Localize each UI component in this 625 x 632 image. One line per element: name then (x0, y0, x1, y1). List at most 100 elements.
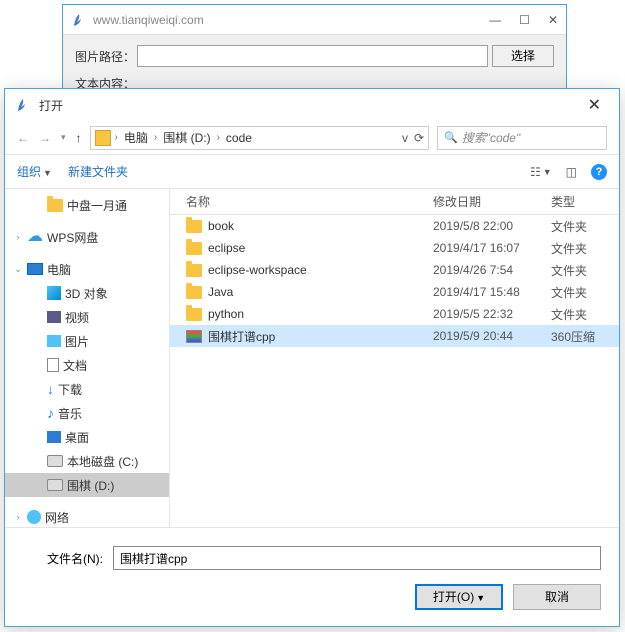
refresh-icon[interactable]: ⟳ (414, 131, 424, 145)
file-row[interactable]: 围棋打谱cpp2019/5/9 20:44360压缩 (170, 325, 619, 347)
minimize-button[interactable]: — (489, 13, 501, 27)
help-icon[interactable]: ? (591, 164, 607, 180)
cancel-button[interactable]: 取消 (513, 584, 601, 610)
file-name: 围棋打谱cpp (208, 328, 433, 345)
nav-history-icon[interactable]: ▾ (61, 132, 66, 143)
file-type: 文件夹 (551, 262, 619, 279)
file-name: book (208, 219, 433, 233)
app-icon (71, 12, 87, 28)
crumb-dropdown-icon[interactable]: v (402, 131, 408, 145)
file-row[interactable]: eclipse-workspace2019/4/26 7:54文件夹 (170, 259, 619, 281)
tree-label: 网络 (45, 509, 69, 526)
filename-label: 文件名(N): (23, 550, 113, 567)
search-placeholder: 搜索"code" (462, 129, 521, 146)
tree-sidebar: 中盘一月通 ›☁WPS网盘 ⌄ 电脑 3D 对象视频图片文档 ↓下载♪音乐桌面本地磁盘 (… (5, 189, 170, 527)
tree-item[interactable]: 文档 (5, 353, 169, 377)
tree-label: 本地磁盘 (C:) (67, 453, 138, 470)
tree-item[interactable]: 3D 对象 (5, 281, 169, 305)
tree-label: 图片 (65, 333, 89, 350)
folder-icon (186, 220, 202, 233)
tree-item[interactable]: › 网络 (5, 505, 169, 527)
dialog-title: 打开 (39, 97, 63, 114)
tree-item[interactable]: 视频 (5, 305, 169, 329)
crumb-drive[interactable]: 围棋 (D:) (161, 129, 212, 146)
tree-item[interactable]: 围棋 (D:) (5, 473, 169, 497)
parent-title-text: www.tianqiweiqi.com (93, 13, 204, 27)
archive-icon (186, 330, 202, 343)
twisty-icon: › (13, 512, 23, 522)
tree-label: 围棋 (D:) (67, 477, 114, 494)
dialog-close-button[interactable]: ✕ (580, 95, 609, 115)
dialog-titlebar: 打开 ✕ (5, 89, 619, 121)
tree-label: 视频 (65, 309, 89, 326)
folder-icon (186, 264, 202, 277)
tree-item[interactable]: ♪音乐 (5, 401, 169, 425)
nav-up-icon[interactable]: ↑ (76, 131, 82, 145)
tree-label: 文档 (63, 357, 87, 374)
organize-menu[interactable]: 组织▼ (17, 163, 52, 180)
breadcrumb[interactable]: › 电脑 › 围棋 (D:) › code v ⟳ (90, 126, 429, 150)
twisty-icon: ⌄ (13, 264, 23, 275)
file-name: eclipse (208, 241, 433, 255)
path-input[interactable] (137, 45, 488, 67)
file-list: book2019/5/8 22:00文件夹eclipse2019/4/17 16… (170, 215, 619, 527)
file-type: 文件夹 (551, 218, 619, 235)
file-type: 文件夹 (551, 284, 619, 301)
crumb-sep-icon[interactable]: › (115, 132, 118, 143)
file-row[interactable]: python2019/5/5 22:32文件夹 (170, 303, 619, 325)
file-date: 2019/5/8 22:00 (433, 219, 551, 233)
file-type: 文件夹 (551, 306, 619, 323)
file-date: 2019/4/17 15:48 (433, 285, 551, 299)
nav-back-icon[interactable]: ← (17, 131, 29, 145)
tree-item[interactable]: 中盘一月通 (5, 193, 169, 217)
tree-item[interactable]: ›☁WPS网盘 (5, 225, 169, 249)
tree-label: 电脑 (47, 261, 71, 278)
open-dialog: 打开 ✕ ← → ▾ ↑ › 电脑 › 围棋 (D:) › code v ⟳ 🔍 … (4, 88, 620, 627)
tree-item[interactable]: ↓下载 (5, 377, 169, 401)
file-name: Java (208, 285, 433, 299)
file-date: 2019/4/17 16:07 (433, 241, 551, 255)
search-icon: 🔍 (444, 131, 458, 144)
crumb-sep-icon[interactable]: › (217, 132, 220, 143)
file-row[interactable]: Java2019/4/17 15:48文件夹 (170, 281, 619, 303)
tree-label: 音乐 (58, 405, 82, 422)
folder-icon (186, 308, 202, 321)
search-input[interactable]: 🔍 搜索"code" (437, 126, 607, 150)
file-row[interactable]: book2019/5/8 22:00文件夹 (170, 215, 619, 237)
nav-forward-icon[interactable]: → (39, 131, 51, 145)
filename-input[interactable] (113, 546, 601, 570)
tree-label: 桌面 (65, 429, 89, 446)
crumb-folder[interactable]: code (224, 131, 254, 145)
col-name[interactable]: 名称 (186, 193, 433, 210)
folder-icon (95, 130, 111, 146)
file-type: 360压缩 (551, 328, 619, 345)
parent-titlebar: www.tianqiweiqi.com — ☐ ✕ (63, 5, 566, 35)
file-list-header: 名称 修改日期 类型 (170, 189, 619, 215)
tree-label: 中盘一月通 (67, 197, 127, 214)
file-date: 2019/4/26 7:54 (433, 263, 551, 277)
file-name: eclipse-workspace (208, 263, 433, 277)
select-button[interactable]: 选择 (492, 45, 554, 67)
maximize-button[interactable]: ☐ (519, 13, 530, 27)
file-row[interactable]: eclipse2019/4/17 16:07文件夹 (170, 237, 619, 259)
folder-icon (186, 286, 202, 299)
open-button[interactable]: 打开(O)▼ (415, 584, 503, 610)
close-button[interactable]: ✕ (548, 13, 558, 27)
new-folder-button[interactable]: 新建文件夹 (68, 163, 128, 180)
toolbar: 组织▼ 新建文件夹 ☷▼ ◫ ? (5, 155, 619, 189)
folder-icon (186, 242, 202, 255)
tree-item[interactable]: 桌面 (5, 425, 169, 449)
tree-label: 下载 (58, 381, 82, 398)
file-type: 文件夹 (551, 240, 619, 257)
crumb-pc[interactable]: 电脑 (122, 129, 150, 146)
view-mode-button[interactable]: ☷▼ (530, 165, 552, 179)
col-date[interactable]: 修改日期 (433, 193, 551, 210)
crumb-sep-icon[interactable]: › (154, 132, 157, 143)
file-date: 2019/5/5 22:32 (433, 307, 551, 321)
app-icon (15, 97, 31, 113)
col-type[interactable]: 类型 (551, 193, 619, 210)
tree-item[interactable]: 图片 (5, 329, 169, 353)
tree-item[interactable]: 本地磁盘 (C:) (5, 449, 169, 473)
tree-item[interactable]: ⌄ 电脑 (5, 257, 169, 281)
preview-pane-button[interactable]: ◫ (566, 165, 577, 179)
